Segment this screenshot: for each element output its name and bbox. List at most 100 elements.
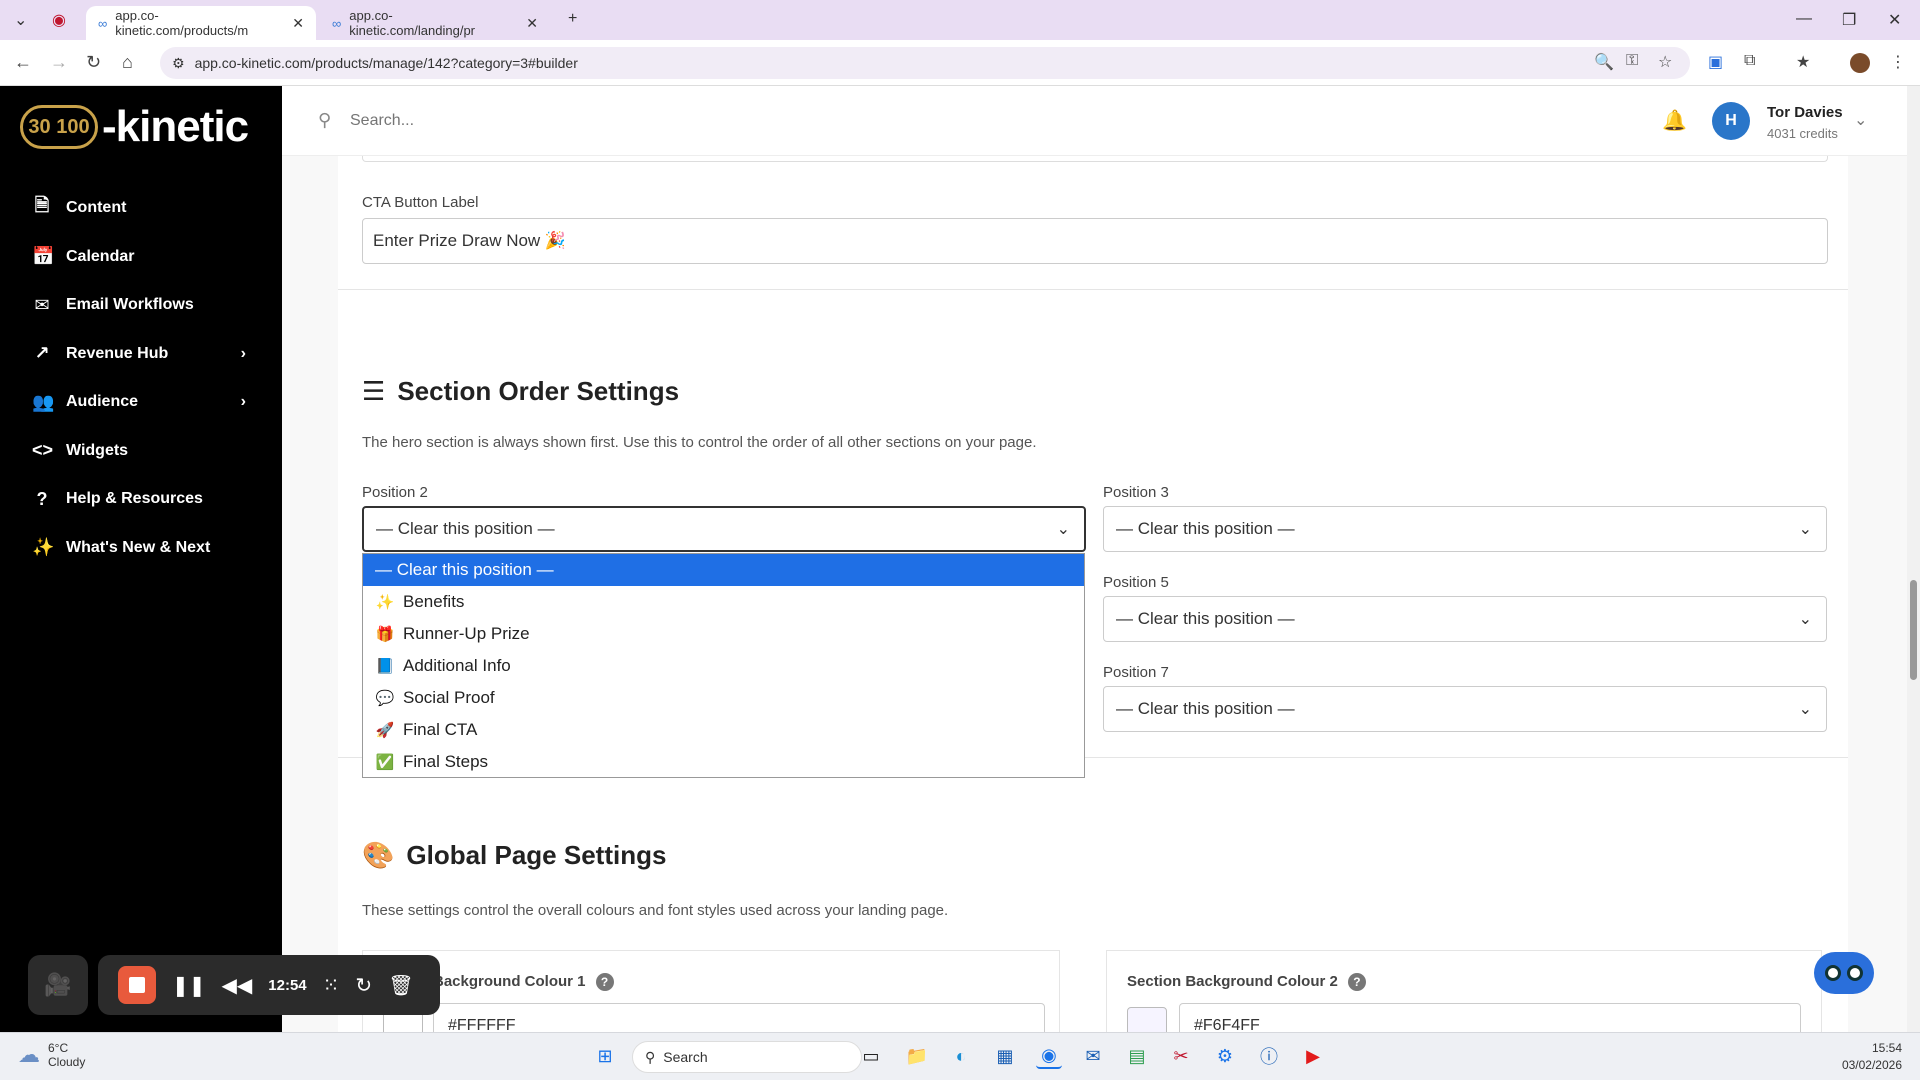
- store-icon[interactable]: ▦: [992, 1043, 1018, 1069]
- option-final-steps[interactable]: ✅ Final Steps: [363, 746, 1084, 778]
- close-tab-icon[interactable]: ✕: [526, 15, 538, 32]
- position-3-select[interactable]: — Clear this position — ⌄: [1103, 506, 1827, 552]
- grid-icon[interactable]: ⁙: [323, 973, 340, 998]
- key-icon[interactable]: ⚿: [1626, 52, 1638, 70]
- position-5-select[interactable]: — Clear this position — ⌄: [1103, 596, 1827, 642]
- sidebar-item-help[interactable]: ? Help & Resources: [0, 475, 282, 524]
- check-icon: ✅: [375, 754, 395, 771]
- bookmark-star-icon[interactable]: ☆: [1658, 52, 1672, 72]
- chevron-right-icon: ›: [240, 393, 246, 411]
- clock-time: 15:54: [1871, 1041, 1902, 1055]
- minimize-icon[interactable]: —: [1796, 10, 1812, 28]
- trend-icon: ↗: [34, 343, 50, 364]
- bell-icon[interactable]: 🔔: [1662, 108, 1687, 133]
- sidebar-item-calendar[interactable]: 📅 Calendar: [0, 233, 282, 282]
- back-icon[interactable]: ←: [14, 52, 32, 73]
- restart-icon[interactable]: ↻: [355, 973, 372, 998]
- weather-widget[interactable]: ☁ 6°C Cloudy: [18, 1041, 85, 1069]
- puzzle-icon[interactable]: ⧉: [1744, 52, 1755, 70]
- sidebar-item-label: Calendar: [66, 247, 135, 265]
- option-additional-info[interactable]: 📘 Additional Info: [363, 650, 1084, 682]
- snipping-tool-icon[interactable]: ✂: [1168, 1043, 1194, 1069]
- position-7-label: Position 7: [1103, 664, 1169, 681]
- tab-title: app.co-kinetic.com/products/m: [115, 8, 249, 38]
- option-runner-up-prize[interactable]: 🎁 Runner-Up Prize: [363, 618, 1084, 650]
- stop-recording-button[interactable]: [118, 966, 156, 1004]
- user-name[interactable]: Tor Davies: [1767, 104, 1843, 121]
- chevron-down-icon: ⌄: [1798, 701, 1812, 718]
- weather-temp: 6°C: [48, 1041, 69, 1055]
- cta-label-input[interactable]: Enter Prize Draw Now 🎉: [362, 218, 1828, 264]
- chrome-icon[interactable]: ◉: [1036, 1043, 1062, 1069]
- code-icon: <>: [32, 440, 54, 461]
- help-circle-icon[interactable]: ?: [595, 973, 614, 991]
- profile-icon[interactable]: [1850, 53, 1870, 73]
- chat-assistant-icon[interactable]: [1814, 952, 1874, 994]
- brand-logo[interactable]: 30 100 -kinetic: [20, 102, 249, 152]
- camera-icon[interactable]: 🎥: [28, 955, 88, 1015]
- pause-icon[interactable]: ❚❚: [172, 973, 206, 998]
- scrollbar-thumb[interactable]: [1910, 580, 1917, 680]
- file-explorer-icon[interactable]: 📁: [904, 1043, 930, 1069]
- restore-icon[interactable]: ❐: [1842, 10, 1856, 30]
- close-tab-icon[interactable]: ✕: [292, 15, 304, 32]
- bg-colour-2-swatch[interactable]: [1127, 1007, 1167, 1032]
- bookmarks-icon[interactable]: ★: [1796, 52, 1810, 72]
- site-info-icon[interactable]: ⚙: [172, 55, 185, 72]
- rewind-icon[interactable]: ◀◀: [222, 973, 253, 998]
- taskbar-search[interactable]: ⚲ Search: [632, 1041, 862, 1073]
- new-tab-button[interactable]: +: [568, 10, 577, 28]
- cta-label: CTA Button Label: [362, 194, 479, 211]
- position-3-label: Position 3: [1103, 484, 1169, 501]
- windows-start-icon[interactable]: ⊞: [592, 1043, 618, 1069]
- sidebar-item-audience[interactable]: 👥 Audience ›: [0, 378, 282, 427]
- extension-icon[interactable]: ▣: [1708, 52, 1723, 72]
- youtube-icon[interactable]: ▶: [1300, 1043, 1326, 1069]
- sidebar-item-revenue-hub[interactable]: ↗ Revenue Hub ›: [0, 330, 282, 379]
- bg-colour-1-label: Background Colour 1?: [433, 973, 614, 991]
- sidebar-item-widgets[interactable]: <> Widgets: [0, 427, 282, 476]
- option-benefits[interactable]: ✨ Benefits: [363, 586, 1084, 618]
- app-icon[interactable]: ▤: [1124, 1043, 1150, 1069]
- app-header: ⚲ 🔔 H Tor Davies 4031 credits ⌄: [282, 86, 1920, 156]
- password-manager-icon[interactable]: ⓘ: [1256, 1043, 1282, 1069]
- help-circle-icon[interactable]: ?: [1347, 973, 1366, 991]
- sidebar-item-email-workflows[interactable]: ✉ Email Workflows: [0, 281, 282, 330]
- option-final-cta[interactable]: 🚀 Final CTA: [363, 714, 1084, 746]
- position-7-select[interactable]: — Clear this position — ⌄: [1103, 686, 1827, 732]
- more-menu-icon[interactable]: ⋮: [1890, 52, 1906, 72]
- settings-icon[interactable]: ⚙: [1212, 1043, 1238, 1069]
- zoom-icon[interactable]: 🔍: [1594, 52, 1614, 72]
- option-clear[interactable]: — Clear this position —: [363, 554, 1084, 586]
- reload-icon[interactable]: ↻: [86, 52, 101, 73]
- search-icon: ⚲: [645, 1048, 656, 1065]
- url-text: app.co-kinetic.com/products/manage/142?c…: [194, 55, 578, 71]
- bg-colour-1-input[interactable]: #FFFFFF: [433, 1003, 1045, 1032]
- home-icon[interactable]: ⌂: [122, 52, 133, 73]
- avatar[interactable]: H: [1712, 102, 1750, 140]
- tab-landing[interactable]: ∞ app.co-kinetic.com/landing/pr ✕: [320, 6, 550, 40]
- system-clock[interactable]: 15:54 03/02/2026: [1842, 1040, 1902, 1074]
- search-input[interactable]: [350, 106, 850, 136]
- link-favicon-icon: ∞: [98, 15, 108, 31]
- browser-toolbar: ← → ↻ ⌂ ⚙ app.co-kinetic.com/products/ma…: [0, 40, 1920, 86]
- outlook-icon[interactable]: ✉: [1080, 1043, 1106, 1069]
- position-2-label: Position 2: [362, 484, 428, 501]
- chevron-down-icon[interactable]: ⌄: [1854, 110, 1867, 130]
- forward-icon[interactable]: →: [50, 52, 68, 73]
- sidebar-item-content[interactable]: 🗎 Content: [0, 184, 282, 233]
- position-2-dropdown[interactable]: — Clear this position — ✨ Benefits 🎁 Run…: [362, 553, 1085, 778]
- address-bar[interactable]: ⚙ app.co-kinetic.com/products/manage/142…: [160, 47, 1690, 79]
- option-social-proof[interactable]: 💬 Social Proof: [363, 682, 1084, 714]
- bg-colour-2-input[interactable]: #F6F4FF: [1179, 1003, 1801, 1032]
- task-view-icon[interactable]: ▭: [858, 1043, 884, 1069]
- close-window-icon[interactable]: ✕: [1888, 10, 1901, 30]
- edge-icon[interactable]: ◐: [948, 1043, 974, 1069]
- page-scrollbar[interactable]: [1907, 86, 1920, 1032]
- tab-products[interactable]: ∞ app.co-kinetic.com/products/m ✕: [86, 6, 316, 40]
- tab-menu-chevron-icon[interactable]: ⌄: [14, 10, 27, 30]
- sparkles-icon: ✨: [375, 594, 395, 611]
- position-2-select[interactable]: — Clear this position — ⌄: [362, 506, 1086, 552]
- sidebar-item-whats-new[interactable]: ✨ What's New & Next: [0, 524, 282, 573]
- trash-icon[interactable]: 🗑: [388, 973, 413, 998]
